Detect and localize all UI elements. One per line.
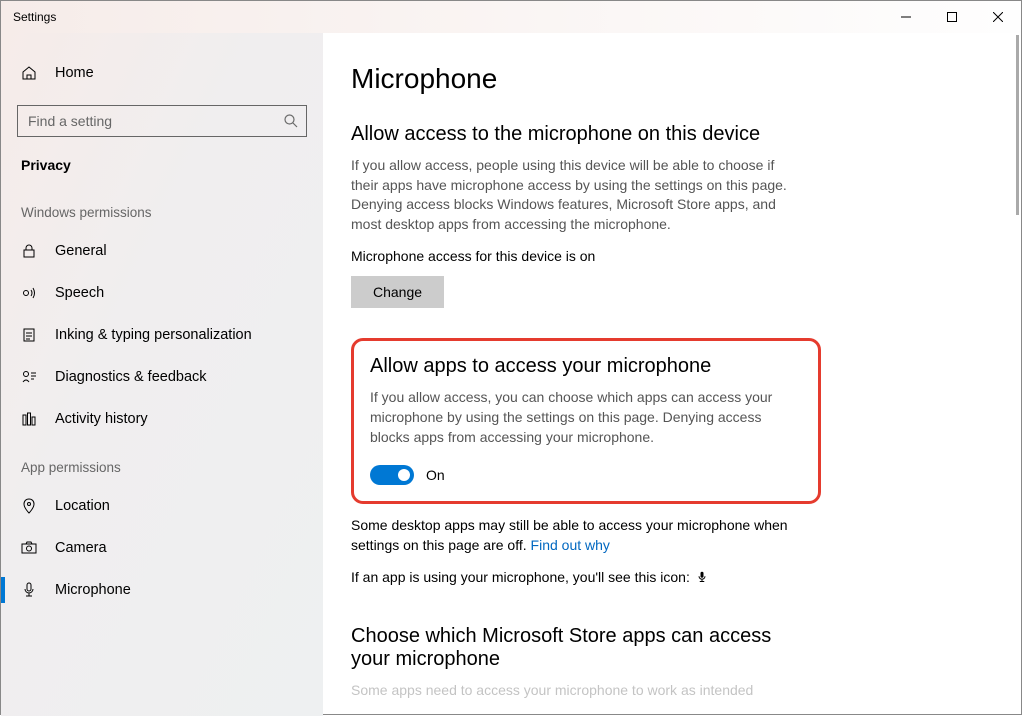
location-icon — [21, 498, 37, 514]
sidebar-item-general[interactable]: General — [1, 230, 323, 272]
window-buttons — [883, 1, 1021, 33]
page-title: Microphone — [351, 63, 1021, 95]
section2-heading: Allow apps to access your microphone — [370, 355, 802, 378]
sidebar-item-label: Speech — [55, 285, 104, 301]
search-wrap — [17, 105, 307, 137]
section-app-permissions: App permissions — [1, 440, 323, 485]
sidebar-item-location[interactable]: Location — [1, 485, 323, 527]
lock-icon — [21, 243, 37, 259]
scrollbar[interactable] — [1016, 35, 1019, 215]
sidebar: Home Privacy Windows permissions General… — [1, 33, 323, 716]
window-title: Settings — [13, 10, 56, 24]
sidebar-item-label: Microphone — [55, 582, 131, 598]
sidebar-item-label: General — [55, 243, 107, 259]
section3-heading: Choose which Microsoft Store apps can ac… — [351, 625, 791, 671]
titlebar: Settings — [1, 1, 1021, 33]
close-button[interactable] — [975, 1, 1021, 33]
allow-apps-toggle-row: On — [370, 465, 802, 485]
search-icon — [283, 113, 299, 129]
speech-icon — [21, 285, 37, 301]
home-label: Home — [55, 65, 94, 81]
sidebar-item-label: Camera — [55, 540, 107, 556]
home-nav[interactable]: Home — [1, 55, 323, 91]
microphone-status-icon — [696, 570, 708, 584]
highlight-box: Allow apps to access your microphone If … — [351, 338, 821, 504]
sidebar-item-activity[interactable]: Activity history — [1, 398, 323, 440]
sidebar-item-label: Inking & typing personalization — [55, 327, 252, 343]
maximize-button[interactable] — [929, 1, 975, 33]
camera-icon — [21, 540, 37, 556]
mic-in-use-line: If an app is using your microphone, you'… — [351, 569, 1021, 585]
section2-body: If you allow access, you can choose whic… — [370, 388, 802, 447]
content-area[interactable]: Microphone Allow access to the microphon… — [323, 33, 1021, 716]
sidebar-item-speech[interactable]: Speech — [1, 272, 323, 314]
change-button[interactable]: Change — [351, 276, 444, 308]
mic-in-use-text: If an app is using your microphone, you'… — [351, 569, 690, 585]
search-input[interactable] — [17, 105, 307, 137]
sidebar-item-label: Location — [55, 498, 110, 514]
allow-apps-toggle[interactable] — [370, 465, 414, 485]
sidebar-item-diagnostics[interactable]: Diagnostics & feedback — [1, 356, 323, 398]
clipboard-icon — [21, 327, 37, 343]
sidebar-item-label: Activity history — [55, 411, 148, 427]
sidebar-item-inking[interactable]: Inking & typing personalization — [1, 314, 323, 356]
feedback-icon — [21, 369, 37, 385]
activity-icon — [21, 411, 37, 427]
section1-heading: Allow access to the microphone on this d… — [351, 123, 1021, 146]
breadcrumb: Privacy — [1, 137, 323, 185]
section-windows-permissions: Windows permissions — [1, 185, 323, 230]
minimize-button[interactable] — [883, 1, 929, 33]
microphone-icon — [21, 582, 37, 598]
device-access-status: Microphone access for this device is on — [351, 248, 1021, 264]
sidebar-item-label: Diagnostics & feedback — [55, 369, 207, 385]
find-out-why-link[interactable]: Find out why — [531, 537, 610, 553]
desktop-apps-note: Some desktop apps may still be able to a… — [351, 516, 791, 555]
sidebar-item-microphone[interactable]: Microphone — [1, 569, 323, 611]
section1-body: If you allow access, people using this d… — [351, 156, 791, 234]
section3-body: Some apps need to access your microphone… — [351, 681, 791, 701]
sidebar-item-camera[interactable]: Camera — [1, 527, 323, 569]
toggle-state-label: On — [426, 467, 445, 483]
home-icon — [21, 65, 37, 81]
